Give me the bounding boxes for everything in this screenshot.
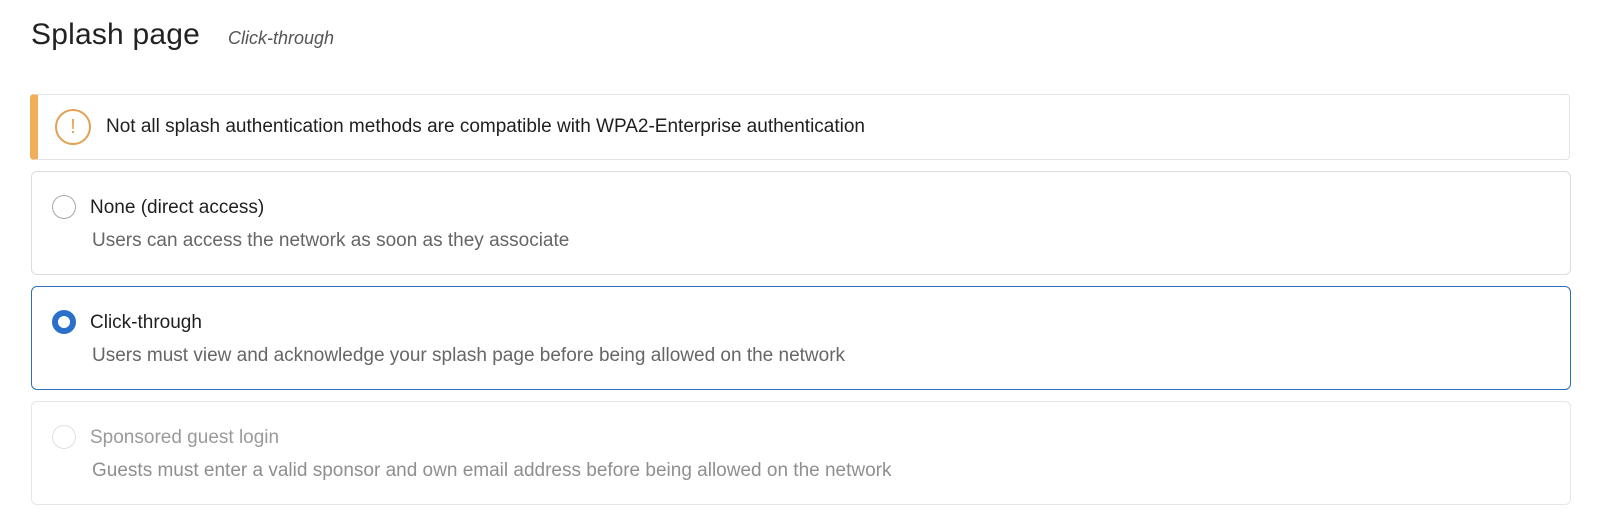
option-label: Sponsored guest login [90,427,280,448]
option-label: Click-through [90,312,202,333]
radio-button-click-through[interactable] [52,310,76,334]
warning-icon: ! [55,109,91,145]
option-none-direct-access[interactable]: None (direct access) Users can access th… [31,171,1571,275]
page-title: Splash page [31,18,201,51]
option-description: Users must view and acknowledge your spl… [92,345,846,366]
splash-page-settings: Splash page Click-through ! Not all spla… [0,0,1600,526]
option-label: None (direct access) [90,197,265,218]
option-sponsored-guest-login: Sponsored guest login Guests must enter … [31,401,1571,505]
radio-button-sponsored-guest-login [52,425,76,449]
warning-alert: ! Not all splash authentication methods … [30,94,1570,160]
option-click-through[interactable]: Click-through Users must view and acknow… [31,286,1571,390]
option-description: Users can access the network as soon as … [92,230,570,251]
section-header: Splash page Click-through [31,18,334,52]
current-selection-subtitle: Click-through [228,28,335,48]
option-description: Guests must enter a valid sponsor and ow… [92,460,892,481]
radio-button-none[interactable] [52,195,76,219]
alert-message: Not all splash authentication methods ar… [106,116,865,137]
